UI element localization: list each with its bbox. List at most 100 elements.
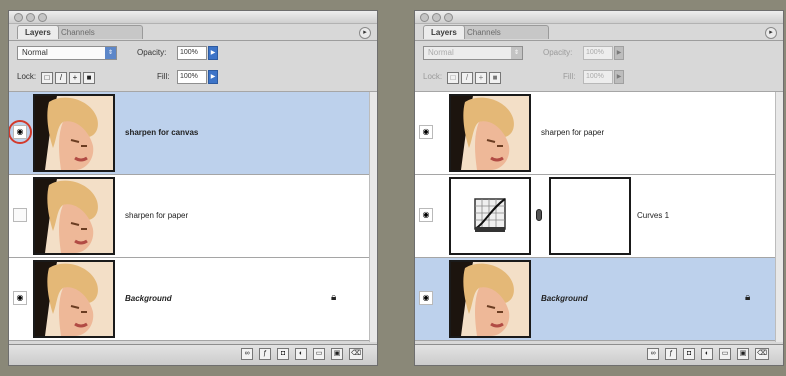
layer-name: sharpen for paper [541,128,605,137]
lock-fill-row: Lock: □ / + ■ Fill: 100% ▶ [9,67,377,92]
blend-mode-value: Normal [22,48,48,57]
opacity-label: Opacity: [137,48,167,57]
zoom-window-button[interactable] [38,13,47,22]
minimize-window-button[interactable] [432,13,441,22]
layer-thumbnail [449,94,531,172]
eye-icon[interactable]: ◉ [419,208,433,222]
lock-all-icon[interactable]: ■ [83,72,95,84]
curves-icon [474,198,506,232]
lock-brush-icon[interactable]: / [55,72,67,84]
fill-field[interactable]: 100% [177,70,207,84]
bottom-buttons: ∞ ƒ ◘ ◐ ▭ ▣ ⌫ [647,348,769,360]
adjustment-layer-icon[interactable]: ◐ [701,348,714,360]
select-arrows-icon: ⇕ [105,47,116,59]
layer-mask-icon[interactable]: ◘ [683,348,696,360]
lock-transparency-icon[interactable]: □ [447,72,459,84]
bottom-buttons: ∞ ƒ ◘ ◐ ▭ ▣ ⌫ [241,348,363,360]
opacity-label: Opacity: [543,48,573,57]
layer-row[interactable]: ◉ sharpen for paper [9,175,369,258]
blend-mode-value: Normal [428,48,454,57]
trash-icon[interactable]: ⌫ [349,348,363,360]
blend-opacity-row: Normal ⇕ Opacity: 100% ▶ [415,43,783,63]
highlight-circle [9,120,32,144]
lock-icon: 🔒︎ [331,292,337,303]
tab-layers[interactable]: Layers [17,25,59,39]
layer-row[interactable]: ◉ Background 🔒︎ [415,258,775,341]
lock-transparency-icon[interactable]: □ [41,72,53,84]
layer-row[interactable]: ◉ sharpen for canvas [9,92,369,175]
layer-row[interactable]: ◉ Curves 1 [415,175,775,258]
scrollbar[interactable] [369,92,377,342]
new-group-icon[interactable]: ▭ [313,348,326,360]
layer-name: sharpen for canvas [125,128,199,137]
link-layers-icon[interactable]: ∞ [241,348,254,360]
tab-row: Layers Channels ▸ [415,24,783,41]
window-controls [420,13,453,22]
close-window-button[interactable] [420,13,429,22]
layer-thumbnail [33,177,115,255]
layers-list: ◉ sharpen for canvas ◉ [9,92,369,341]
lock-brush-icon[interactable]: / [461,72,473,84]
window-controls [14,13,47,22]
lock-move-icon[interactable]: + [475,72,487,84]
zoom-window-button[interactable] [444,13,453,22]
opacity-stepper[interactable]: ▶ [614,46,624,60]
title-bar [415,11,783,24]
chain-link-icon[interactable] [536,209,542,221]
layer-mask-icon[interactable]: ◘ [277,348,290,360]
fill-stepper[interactable]: ▶ [614,70,624,84]
new-group-icon[interactable]: ▭ [719,348,732,360]
layer-name: Background [125,294,172,303]
layer-row[interactable]: ◉ Background 🔒︎ [9,258,369,341]
layers-bottom-bar: ∞ ƒ ◘ ◐ ▭ ▣ ⌫ [9,344,377,365]
tab-layers[interactable]: Layers [423,25,465,39]
layers-list: ◉ sharpen for paper ◉ Curves 1 ◉ Backgro… [415,92,775,341]
eye-icon[interactable]: ◉ [13,291,27,305]
opacity-field[interactable]: 100% [583,46,613,60]
lock-fill-row: Lock: □ / + ■ Fill: 100% ▶ [415,67,783,92]
layer-style-icon[interactable]: ƒ [259,348,272,360]
eye-icon[interactable]: ◉ [419,125,433,139]
layer-name: sharpen for paper [125,211,189,220]
fill-field[interactable]: 100% [583,70,613,84]
panel-menu-button[interactable]: ▸ [359,27,371,39]
blend-mode-select[interactable]: Normal ⇕ [423,46,523,60]
fill-stepper[interactable]: ▶ [208,70,218,84]
layer-mask-thumbnail [549,177,631,255]
layers-panel-left: Layers Channels ▸ Normal ⇕ Opacity: 100%… [8,10,378,366]
lock-icon: 🔒︎ [745,292,751,303]
blend-mode-select[interactable]: Normal ⇕ [17,46,117,60]
eye-icon[interactable]: ◉ [419,291,433,305]
layers-panel-right: Layers Channels ▸ Normal ⇕ Opacity: 100%… [414,10,784,366]
title-bar [9,11,377,24]
opacity-field[interactable]: 100% [177,46,207,60]
lock-label: Lock: [17,72,37,81]
fill-label: Fill: [563,72,576,81]
tab-channels[interactable]: Channels [53,25,143,39]
opacity-stepper[interactable]: ▶ [208,46,218,60]
layer-thumbnail [449,260,531,338]
adjustment-layer-icon[interactable]: ◐ [295,348,308,360]
blend-opacity-row: Normal ⇕ Opacity: 100% ▶ [9,43,377,63]
tab-channels[interactable]: Channels [459,25,549,39]
panel-menu-button[interactable]: ▸ [765,27,777,39]
layer-thumbnail [33,94,115,172]
lock-buttons: □ / + ■ [41,72,95,84]
layer-name: Curves 1 [637,211,670,220]
adjustment-thumbnail [449,177,531,255]
scrollbar[interactable] [775,92,783,342]
visibility-toggle[interactable]: ◉ [13,208,27,222]
lock-all-icon[interactable]: ■ [489,72,501,84]
new-layer-icon[interactable]: ▣ [737,348,750,360]
minimize-window-button[interactable] [26,13,35,22]
fill-label: Fill: [157,72,170,81]
close-window-button[interactable] [14,13,23,22]
link-layers-icon[interactable]: ∞ [647,348,660,360]
layer-style-icon[interactable]: ƒ [665,348,678,360]
select-arrows-icon: ⇕ [511,47,522,59]
layer-row[interactable]: ◉ sharpen for paper [415,92,775,175]
new-layer-icon[interactable]: ▣ [331,348,344,360]
lock-buttons: □ / + ■ [447,72,501,84]
lock-move-icon[interactable]: + [69,72,81,84]
trash-icon[interactable]: ⌫ [755,348,769,360]
